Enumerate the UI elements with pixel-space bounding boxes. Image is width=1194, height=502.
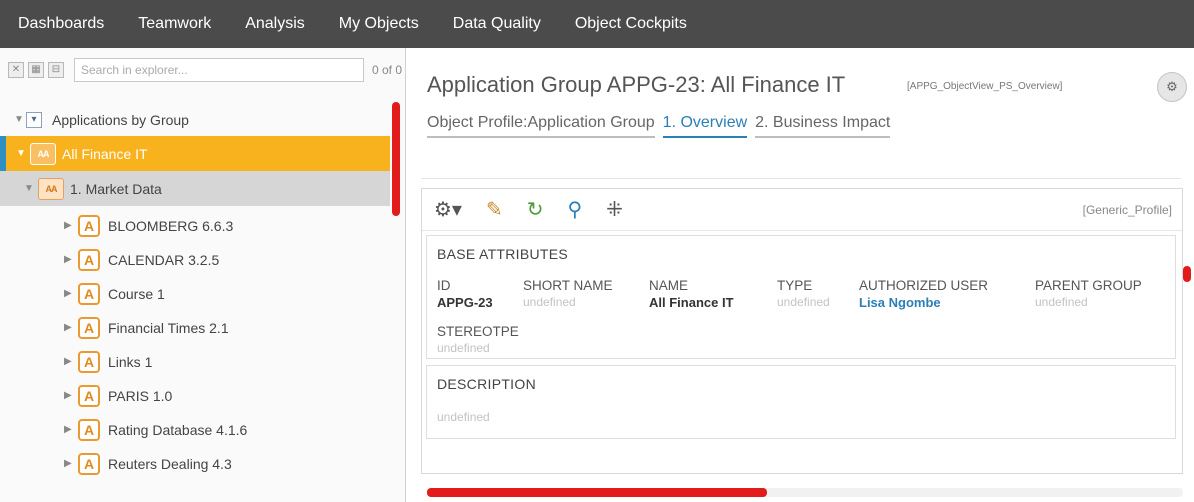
base-attributes-section: BASE ATTRIBUTES ID APPG-23 SHORT NAME un… (426, 235, 1176, 359)
tab-business-impact[interactable]: 2. Business Impact (755, 114, 891, 138)
tree-item-all-finance-it[interactable]: ▼ AA All Finance IT (0, 136, 390, 171)
tree-item-label: BLOOMBERG 6.6.3 (108, 217, 234, 234)
attribute-name: NAME All Finance IT (649, 278, 734, 310)
application-icon: A (78, 350, 100, 373)
description-section: DESCRIPTION undefined (426, 365, 1176, 439)
page-title: Application Group APPG-23: All Finance I… (427, 72, 846, 97)
expand-arrow-icon[interactable]: ▶ (64, 322, 76, 333)
tree-item-label: Rating Database 4.1.6 (108, 421, 248, 438)
profile-identifier: [Generic_Profile] (1082, 202, 1172, 217)
refresh-icon[interactable]: ↻ (527, 200, 544, 220)
view-tabs: Object Profile:Application Group 1. Over… (427, 114, 898, 138)
explorer-panel: ✕ ▦ ⊟ 0 of 0 ▼ ▾ Applications by Group ▼… (0, 48, 406, 502)
result-count: 0 of 0 (372, 63, 403, 77)
tree-item-app[interactable]: ▶ A CALENDAR 3.2.5 (0, 242, 390, 277)
application-icon: A (78, 418, 100, 441)
application-icon: A (78, 248, 100, 271)
tree-item-label: Links 1 (108, 353, 153, 370)
divider (421, 178, 1181, 179)
search-input[interactable] (74, 58, 364, 82)
tree-root[interactable]: ▼ ▾ Applications by Group (0, 102, 390, 137)
tree-item-label: All Finance IT (62, 145, 148, 162)
application-group-icon: AA (38, 177, 64, 200)
settings-gear-icon[interactable]: ⚙ (1157, 72, 1187, 102)
nav-dashboards[interactable]: Dashboards (18, 15, 104, 33)
attribute-parent-group: PARENT GROUP undefined (1035, 278, 1142, 309)
expand-arrow-icon[interactable]: ▶ (64, 356, 76, 367)
panel-scrollbar[interactable] (1183, 266, 1191, 282)
tree-item-label: Course 1 (108, 285, 165, 302)
attribute-stereotype: STEREOTPE undefined (437, 324, 519, 355)
profile-panel: ⚙▾ ✎ ↻ ⚲ ⁜ [Generic_Profile] BASE ATTRIB… (421, 188, 1183, 474)
tree-item-app[interactable]: ▶ A Financial Times 2.1 (0, 310, 390, 345)
expand-arrow-icon[interactable]: ▼ (14, 114, 26, 125)
expand-arrow-icon[interactable]: ▶ (64, 390, 76, 401)
view-identifier: [APPG_ObjectView_PS_Overview] (907, 81, 1063, 92)
filter-down-icon[interactable]: ▾ (26, 111, 42, 128)
action-toolbar: ⚙▾ ✎ ↻ ⚲ ⁜ [Generic_Profile] (422, 189, 1182, 231)
application-icon: A (78, 282, 100, 305)
object-view: Application Group APPG-23: All Finance I… (407, 48, 1194, 502)
actions-gear-icon[interactable]: ⚙▾ (434, 200, 462, 220)
tree-item-label: Reuters Dealing 4.3 (108, 455, 232, 472)
tree-item-app[interactable]: ▶ A Course 1 (0, 276, 390, 311)
tree-item-app[interactable]: ▶ A Rating Database 4.1.6 (0, 412, 390, 447)
expand-arrow-icon[interactable]: ▼ (24, 183, 36, 194)
attribute-id: ID APPG-23 (437, 278, 493, 310)
explorer-scrollbar[interactable] (392, 102, 400, 216)
section-title: DESCRIPTION (437, 376, 536, 392)
edit-pencil-icon[interactable]: ✎ (486, 200, 503, 220)
expand-arrow-icon[interactable]: ▶ (64, 424, 76, 435)
attribute-short-name: SHORT NAME undefined (523, 278, 613, 309)
tree-item-app[interactable]: ▶ A PARIS 1.0 (0, 378, 390, 413)
nav-analysis[interactable]: Analysis (245, 15, 305, 33)
collapse-all-icon[interactable]: ✕ (8, 62, 24, 78)
grid-view-icon[interactable]: ▦ (28, 62, 44, 78)
expand-arrow-icon[interactable]: ▶ (64, 458, 76, 469)
application-group-icon: AA (30, 142, 56, 165)
attribute-authorized-user: AUTHORIZED USER Lisa Ngombe (859, 278, 989, 310)
horizontal-scrollbar[interactable] (427, 488, 767, 497)
tree-item-app[interactable]: ▶ A BLOOMBERG 6.6.3 (0, 208, 390, 243)
application-icon: A (78, 384, 100, 407)
application-icon: A (78, 316, 100, 339)
expand-arrow-icon[interactable]: ▼ (16, 148, 28, 159)
tree-item-label: Financial Times 2.1 (108, 319, 229, 336)
top-navigation: Dashboards Teamwork Analysis My Objects … (0, 0, 1194, 48)
attribute-type: TYPE undefined (777, 278, 830, 309)
description-value: undefined (437, 410, 490, 424)
explorer-toolbar: ✕ ▦ ⊟ 0 of 0 (0, 48, 405, 92)
application-icon: A (78, 214, 100, 237)
expand-arrow-icon[interactable]: ▶ (64, 288, 76, 299)
tree-item-label: CALENDAR 3.2.5 (108, 251, 220, 268)
tab-overview[interactable]: 1. Overview (662, 114, 748, 138)
nav-my-objects[interactable]: My Objects (339, 15, 419, 33)
location-pin-icon[interactable]: ⚲ (568, 200, 583, 220)
footprints-icon[interactable]: ⁜ (606, 200, 623, 220)
tree-item-label: 1. Market Data (70, 180, 162, 197)
section-title: BASE ATTRIBUTES (437, 246, 569, 262)
nav-object-cockpits[interactable]: Object Cockpits (575, 15, 687, 33)
tree-root-label: Applications by Group (52, 111, 189, 128)
nav-data-quality[interactable]: Data Quality (453, 15, 541, 33)
authorized-user-link[interactable]: Lisa Ngombe (859, 295, 988, 310)
tree-item-label: PARIS 1.0 (108, 387, 173, 404)
tab-object-profile[interactable]: Object Profile:Application Group (427, 114, 655, 138)
tree-item-app[interactable]: ▶ A Reuters Dealing 4.3 (0, 446, 390, 481)
application-icon: A (78, 452, 100, 475)
tree-view-icon[interactable]: ⊟ (48, 62, 64, 78)
nav-teamwork[interactable]: Teamwork (138, 15, 211, 33)
tree-item-market-data[interactable]: ▼ AA 1. Market Data (0, 171, 390, 206)
expand-arrow-icon[interactable]: ▶ (64, 220, 76, 231)
expand-arrow-icon[interactable]: ▶ (64, 254, 76, 265)
tree-item-app[interactable]: ▶ A Links 1 (0, 344, 390, 379)
